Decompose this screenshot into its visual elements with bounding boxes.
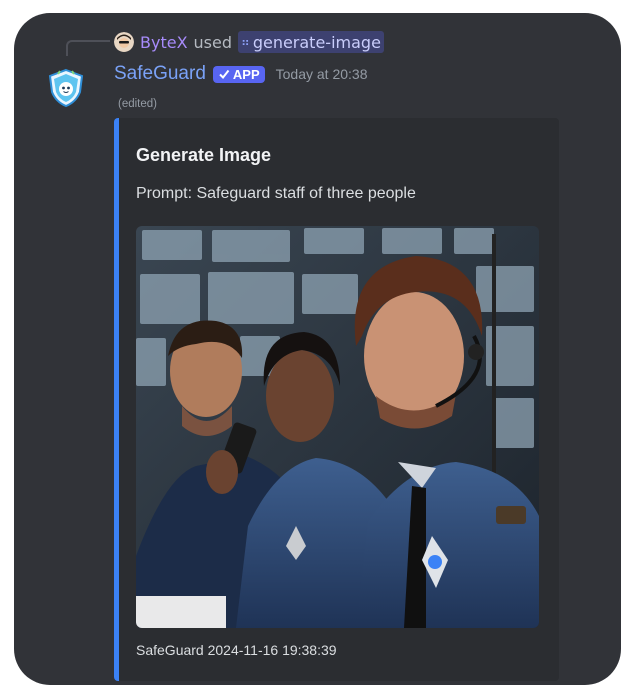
verified-check-icon	[219, 69, 230, 80]
embed-title: Generate Image	[136, 145, 272, 165]
message-timestamp[interactable]: Today at 20:38	[276, 66, 368, 82]
generated-image[interactable]	[136, 226, 539, 628]
app-badge: APP	[212, 65, 265, 83]
user-avatar[interactable]	[114, 32, 134, 52]
embed-description: Prompt: Safeguard staff of three people	[136, 185, 416, 202]
bot-name[interactable]: SafeGuard	[114, 63, 206, 85]
generated-image-artwork	[136, 226, 539, 628]
slash-command-icon: ⠶	[241, 35, 250, 49]
command-mention[interactable]: ⠶ generate-image	[238, 31, 384, 53]
embed-card: Generate Image Prompt: Safeguard staff o…	[114, 118, 559, 681]
app-badge-label: APP	[232, 66, 260, 82]
command-name: generate-image	[252, 32, 381, 52]
reply-username[interactable]: ByteX	[140, 33, 188, 52]
edited-indicator: (edited)	[118, 98, 157, 110]
chat-panel: ByteX used ⠶ generate-image SafeGuard AP…	[14, 13, 621, 685]
reply-connector-line	[66, 40, 110, 56]
reply-used-text: used	[193, 32, 233, 52]
command-reply-header: ByteX used ⠶ generate-image	[114, 31, 384, 53]
bot-avatar[interactable]	[46, 68, 86, 108]
message-header: SafeGuard APP Today at 20:38	[114, 61, 368, 87]
embed-footer: SafeGuard 2024-11-16 19:38:39	[136, 642, 337, 658]
